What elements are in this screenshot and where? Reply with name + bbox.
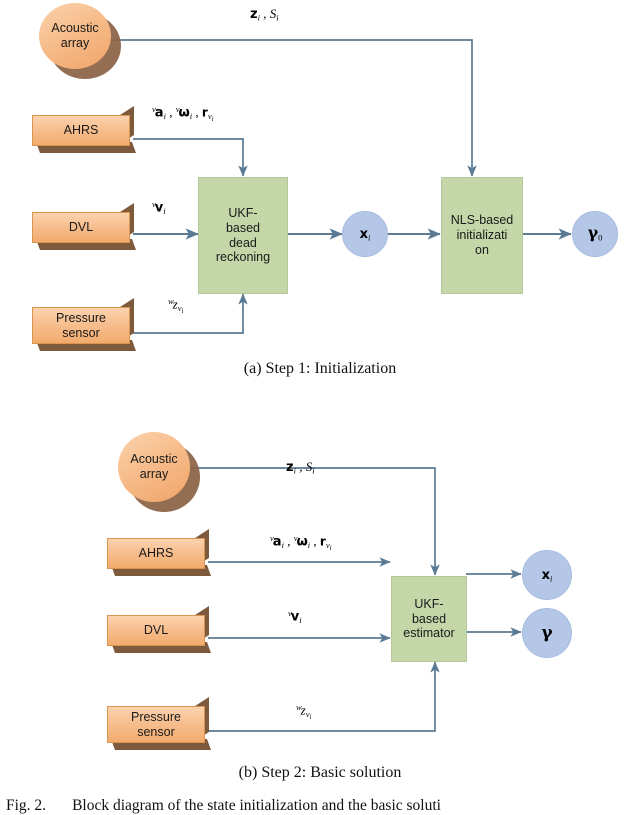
dvl-label-b: DVL	[143, 623, 169, 638]
ukf-est-line1: UKF-	[414, 596, 444, 611]
dvl-face-a: DVL	[32, 212, 130, 243]
acoustic-array-label-line2-b: array	[139, 467, 169, 481]
pressure-label-line2-b: sensor	[137, 724, 175, 739]
ahrs-face-b: AHRS	[107, 538, 205, 569]
acoustic-array-label-line1: Acoustic	[51, 21, 99, 35]
acoustic-array-face-a: Acoustic array	[39, 3, 111, 69]
edge-label-ahrs-a: vai , vωi , rvi	[152, 104, 214, 123]
gamma-zero-label: γ0	[587, 223, 603, 243]
ukf-estimator-node[interactable]: UKF- based estimator	[391, 576, 467, 662]
dvl-label-a: DVL	[68, 220, 94, 235]
acoustic-array-label-line1-b: Acoustic	[130, 452, 178, 466]
figure-caption-label: Fig. 2.	[6, 797, 47, 814]
caption-panel-a: (a) Step 1: Initialization	[243, 360, 397, 377]
gamma-zero-node[interactable]: γ0	[572, 211, 618, 257]
pressure-label-line1-b: Pressure	[130, 709, 182, 724]
gamma-label-b: γ	[541, 622, 553, 643]
edge-label-acoustic-a: zi , Si	[250, 6, 279, 23]
ahrs-label-a: AHRS	[63, 123, 99, 138]
pressure-face-a: Pressure sensor	[32, 307, 130, 344]
pressure-sensor-node-a[interactable]: Pressure sensor	[32, 298, 136, 351]
figure-block-diagram: Acoustic array AHRS DVL Pressure sensor	[0, 0, 640, 814]
state-xi-node-a[interactable]: xi	[342, 211, 388, 257]
figure-caption-line: Fig. 2. Block diagram of the state initia…	[0, 797, 640, 815]
edge-label-pressure-a: wzvi	[168, 296, 184, 315]
ukf-dr-line4: reckoning	[215, 250, 271, 265]
ukf-dr-line1: UKF-	[228, 206, 258, 220]
state-xi-node-b[interactable]: xi	[522, 550, 572, 600]
edge-pressure-to-ukf-b	[208, 661, 440, 732]
nls-initialization-node[interactable]: NLS-based initializati on	[441, 177, 523, 294]
nls-line2: initializati	[456, 228, 508, 243]
state-xi-label-a: xi	[359, 226, 371, 243]
acoustic-array-node-a[interactable]: Acoustic array	[39, 3, 123, 81]
ahrs-node-a[interactable]: AHRS	[32, 106, 136, 153]
ukf-dr-line2: based	[225, 220, 261, 235]
pressure-face-b: Pressure sensor	[107, 706, 205, 743]
edge-label-dvl-b: vvi	[288, 608, 302, 626]
ukf-dr-line3: dead	[229, 235, 257, 250]
dvl-node-a[interactable]: DVL	[32, 203, 136, 250]
edge-pressure-to-ukf-a	[133, 293, 248, 334]
ahrs-face-a: AHRS	[32, 115, 130, 146]
pressure-label-line1: Pressure	[55, 310, 107, 325]
acoustic-array-face-b: Acoustic array	[118, 432, 190, 502]
pressure-label-line2: sensor	[62, 325, 100, 340]
acoustic-array-node-b[interactable]: Acoustic array	[118, 432, 202, 514]
edge-ahrs-to-ukf-a	[133, 138, 248, 177]
caption-panel-b: (b) Step 2: Basic solution	[238, 764, 402, 781]
edge-acoustic-to-ukf-b	[190, 467, 440, 576]
nls-line3: on	[475, 242, 489, 257]
edge-label-pressure-b: wzvi	[296, 702, 312, 721]
edge-label-dvl-a: vvi	[152, 199, 166, 217]
ukf-est-line3: estimator	[403, 626, 455, 641]
dvl-node-b[interactable]: DVL	[107, 606, 211, 653]
state-xi-label-b: xi	[541, 567, 553, 584]
ahrs-node-b[interactable]: AHRS	[107, 529, 211, 576]
dvl-face-b: DVL	[107, 615, 205, 646]
nls-line1: NLS-based	[450, 213, 514, 228]
ukf-dead-reckoning-node[interactable]: UKF- based dead reckoning	[198, 177, 288, 294]
ahrs-label-b: AHRS	[138, 546, 174, 561]
figure-caption-text: Block diagram of the state initializatio…	[72, 797, 441, 814]
pressure-sensor-node-b[interactable]: Pressure sensor	[107, 697, 211, 750]
gamma-node-b[interactable]: γ	[522, 608, 572, 658]
ukf-est-line2: based	[411, 611, 447, 626]
acoustic-array-label-line2: array	[60, 36, 90, 50]
edge-label-acoustic-b: zi , Si	[286, 459, 315, 476]
edge-label-ahrs-b: vai , vωi , rvi	[270, 533, 332, 552]
